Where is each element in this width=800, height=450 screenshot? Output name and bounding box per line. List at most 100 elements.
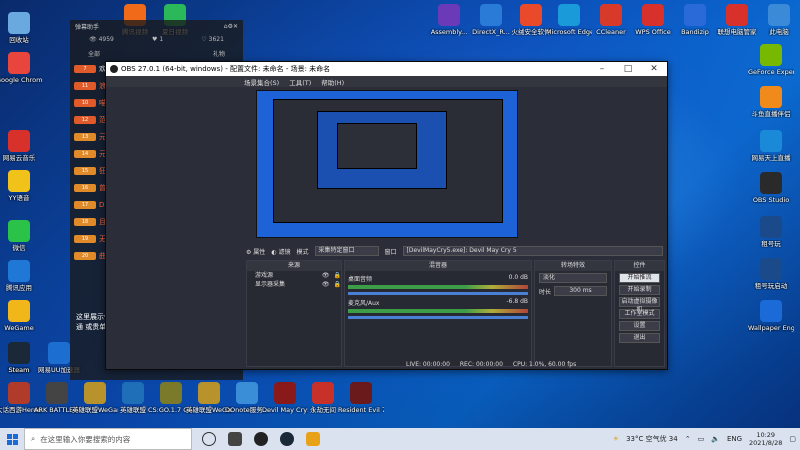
app-icon: [760, 130, 782, 152]
close-button[interactable]: ✕: [641, 64, 667, 74]
level-badge: 18: [74, 218, 96, 226]
level-badge: 7: [74, 65, 96, 73]
taskbar: ⌕ 在这里输入你要搜索的内容 ☀ 33°C 空气优 34 ⌃ ▭ 🔈 ENG 1…: [0, 428, 800, 450]
desktop-icon[interactable]: 此电脑: [756, 4, 800, 36]
desktop-icon[interactable]: Bandizip: [672, 4, 718, 36]
multitask-icon[interactable]: [228, 432, 242, 446]
maximize-button[interactable]: □: [615, 64, 641, 74]
level-badge: 17: [74, 201, 96, 209]
desktop-icon[interactable]: CCleaner: [588, 4, 634, 36]
mixer-dock: 混音器 桌面音频 0.0 dB 麦克风/Aux -6.8 dB: [344, 260, 532, 367]
desktop-icon-label: CCleaner: [596, 28, 626, 36]
desktop-icon[interactable]: 网易云音乐: [0, 130, 42, 162]
desktop-icon[interactable]: Google Chrome: [0, 52, 42, 84]
app-icon: [600, 4, 622, 26]
desktop-icon[interactable]: 腾讯应用: [0, 260, 42, 292]
visibility-icon[interactable]: 👁: [322, 280, 330, 289]
exit-button[interactable]: 退出: [619, 333, 660, 343]
obs-preview[interactable]: [256, 90, 518, 238]
sources-title: 来源: [247, 261, 341, 271]
desktop-icon[interactable]: YY语音: [0, 170, 42, 202]
start-streaming-button[interactable]: 开始推流: [619, 273, 660, 283]
clock[interactable]: 10:29 2021/8/28: [749, 431, 782, 447]
desktop-icon[interactable]: 网易天上直播: [748, 130, 794, 162]
desktop-icon[interactable]: 联想电脑管家: [714, 4, 760, 36]
start-recording-button[interactable]: 开始录制: [619, 285, 660, 295]
desktop-icon[interactable]: WeGame: [0, 300, 42, 332]
desktop-icon[interactable]: Assembly...: [426, 4, 472, 36]
close-icon[interactable]: ✕: [233, 23, 238, 30]
taskbar-apps: [192, 432, 320, 446]
lock-icon[interactable]: 🔒: [334, 271, 341, 280]
level-badge: 20: [74, 252, 96, 260]
menu-help[interactable]: 帮助(H): [321, 77, 344, 87]
menu-tools[interactable]: 工具(T): [289, 77, 311, 87]
visibility-icon[interactable]: 👁: [322, 271, 330, 280]
notifications-icon[interactable]: ▢: [789, 435, 796, 443]
sources-dock: 来源 游戏源 👁 🔒 显示器采集 👁 🔒: [246, 260, 342, 367]
tab-gifts[interactable]: 礼物: [213, 49, 225, 58]
obs-titlebar: OBS 27.0.1 (64-bit, windows) - 配置文件: 未命名…: [106, 62, 667, 76]
task-view-icon[interactable]: [202, 432, 216, 446]
mixer-channel: 桌面音频 0.0 dB: [345, 271, 531, 295]
obs-taskbar-icon[interactable]: [254, 432, 268, 446]
app-icon: [312, 382, 334, 404]
start-button[interactable]: [0, 428, 24, 450]
transition-select[interactable]: 淡化: [539, 273, 607, 283]
source-item[interactable]: 显示器采集 👁 🔒: [247, 280, 341, 289]
network-icon[interactable]: ▭: [698, 435, 705, 443]
app-icon: [84, 382, 106, 404]
level-badge: 13: [74, 133, 96, 141]
desktop-icon-label: 斗鱼直播伴侣: [751, 110, 791, 118]
desktop-icon[interactable]: 回收站: [0, 12, 42, 44]
desktop-icon-label: OBS Studio: [752, 196, 790, 204]
desktop-icon-label: YY语音: [8, 194, 30, 202]
source-toolbar: ⚙ 属性 ◐ 滤镜 模式 采集特定窗口 窗口 [DevilMayCry5.exe…: [246, 244, 663, 258]
tab-all[interactable]: 全部: [88, 49, 100, 58]
followers-stat: ♡ 3621: [201, 35, 224, 43]
desktop-icon[interactable]: 微信: [0, 220, 42, 252]
language-indicator[interactable]: ENG: [727, 435, 742, 443]
desktop-icon[interactable]: OBS Studio: [748, 172, 794, 204]
volume-slider[interactable]: [348, 316, 528, 319]
level-badge: 15: [74, 167, 96, 175]
window-select[interactable]: [DevilMayCry5.exe]: Devil May Cry 5: [402, 246, 663, 256]
weather-text[interactable]: 33°C 空气优 34: [626, 434, 678, 444]
duration-input[interactable]: 300 ms: [554, 286, 607, 296]
start-virtual-camera-button[interactable]: 启动虚拟摄像机: [619, 297, 660, 313]
volume-icon[interactable]: 🔈: [711, 435, 720, 443]
search-placeholder: 在这里输入你要搜索的内容: [40, 434, 131, 444]
desktop-icon[interactable]: GeForce Experience: [748, 44, 794, 76]
lock-icon[interactable]: 🔒: [334, 280, 341, 289]
desktop-icon[interactable]: Wallpaper Engine: ...: [748, 300, 794, 332]
menu-scene-collection[interactable]: 场景集合(S): [244, 77, 279, 87]
app-icon: [520, 4, 542, 26]
filters-button[interactable]: ◐ 滤镜: [271, 247, 290, 256]
desktop-icon[interactable]: WPS Office: [630, 4, 676, 36]
minimize-button[interactable]: –: [589, 64, 615, 74]
system-tray: ☀ 33°C 空气优 34 ⌃ ▭ 🔈 ENG 10:29 2021/8/28 …: [613, 428, 796, 450]
level-badge: 14: [74, 150, 96, 158]
steam-taskbar-icon[interactable]: [280, 432, 294, 446]
tray-chevron-icon[interactable]: ⌃: [685, 435, 691, 443]
taskbar-search[interactable]: ⌕ 在这里输入你要搜索的内容: [24, 428, 192, 450]
mode-label: 模式: [296, 248, 309, 256]
source-item[interactable]: 游戏源 👁 🔒: [247, 271, 341, 280]
settings-button[interactable]: 设置: [619, 321, 660, 331]
studio-mode-button[interactable]: 工作室模式: [619, 309, 660, 319]
properties-button[interactable]: ⚙ 属性: [246, 247, 265, 256]
chat-stats: 👁 4959 ♥ 1 ♡ 3621: [70, 32, 243, 46]
desktop-icon[interactable]: 斗鱼直播伴侣: [748, 86, 794, 118]
app-icon: [160, 382, 182, 404]
desktop-icon-label: Resident Evil 7 Bi...: [338, 406, 384, 414]
app-icon: [760, 216, 782, 238]
mode-select[interactable]: 采集特定窗口: [314, 246, 379, 256]
desktop-icon-label: 网易云音乐: [2, 154, 36, 162]
desktop-icon[interactable]: 租号玩启动: [748, 258, 794, 290]
desktop-icon[interactable]: Microsoft Edge: [546, 4, 592, 36]
desktop-icon-label: 回收站: [9, 36, 29, 44]
game-taskbar-icon[interactable]: [306, 432, 320, 446]
viewers-stat: 👁 4959: [89, 35, 114, 43]
desktop-icon[interactable]: 租号玩: [748, 216, 794, 248]
desktop-icon[interactable]: Resident Evil 7 Bi...: [338, 382, 384, 414]
